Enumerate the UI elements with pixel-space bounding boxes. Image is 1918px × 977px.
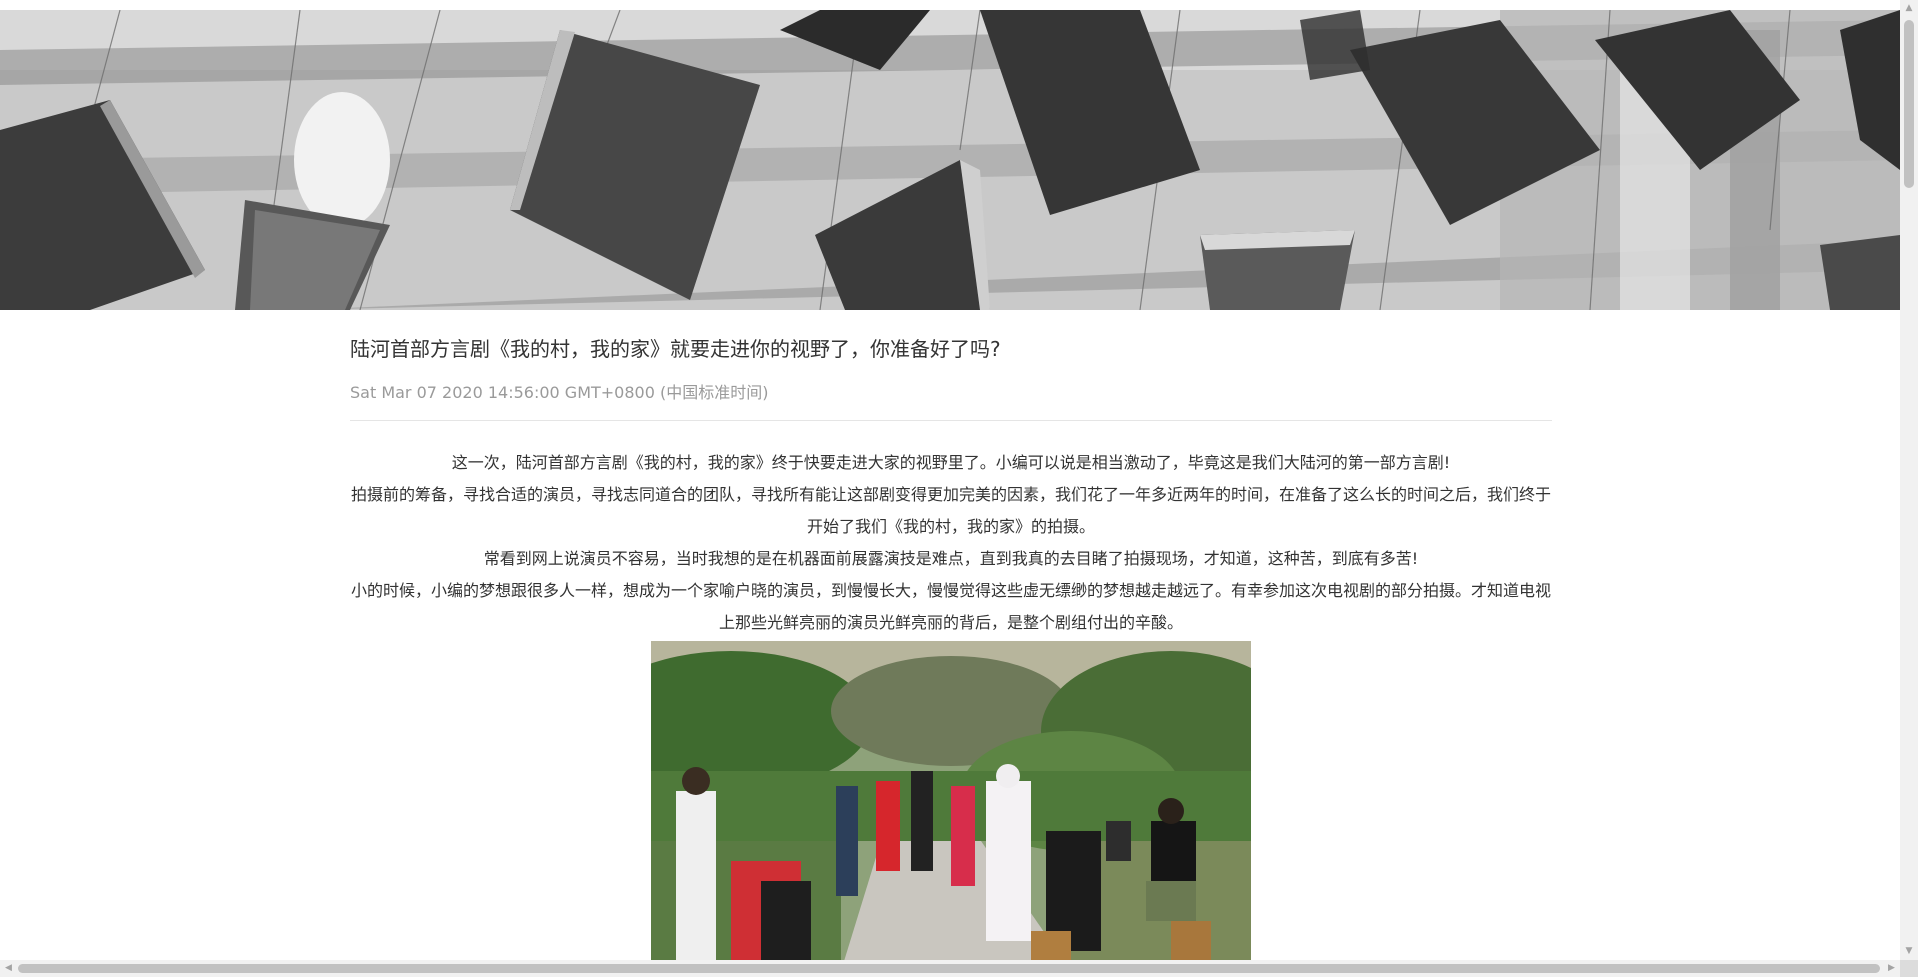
article-paragraph: 常看到网上说演员不容易，当时我想的是在机器面前展露演技是难点，直到我真的去目睹了… xyxy=(483,549,1419,568)
scrollbar-corner xyxy=(1900,960,1918,977)
vertical-scrollbar-thumb[interactable] xyxy=(1904,20,1914,188)
article-body: 这一次，陆河首部方言剧《我的村，我的家》终于快要走进大家的视野里了。小编可以说是… xyxy=(350,447,1552,971)
scroll-up-icon[interactable]: ▲ xyxy=(1900,0,1918,17)
top-gap xyxy=(0,0,1900,10)
scroll-right-icon[interactable]: ▶ xyxy=(1883,960,1900,977)
article-paragraph: 小的时候，小编的梦想跟很多人一样，想成为一个家喻户晓的演员，到慢慢长大，慢慢觉得… xyxy=(350,581,1551,632)
article-date: Sat Mar 07 2020 14:56:00 GMT+0800 (中国标准时… xyxy=(350,383,769,402)
article-title: 陆河首部方言剧《我的村，我的家》就要走进你的视野了，你准备好了吗? xyxy=(350,337,1001,361)
vertical-scrollbar[interactable]: ▲ ▼ xyxy=(1900,0,1918,960)
horizontal-scrollbar-thumb[interactable] xyxy=(18,964,1880,973)
article-paragraph: 这一次，陆河首部方言剧《我的村，我的家》终于快要走进大家的视野里了。小编可以说是… xyxy=(451,453,1451,472)
header-banner-image xyxy=(0,10,1900,310)
scroll-down-icon[interactable]: ▼ xyxy=(1900,943,1918,960)
filming-scene-photo xyxy=(651,641,1251,971)
scroll-left-icon[interactable]: ◀ xyxy=(0,960,17,977)
title-divider xyxy=(350,420,1552,421)
horizontal-scrollbar[interactable]: ◀ ▶ xyxy=(0,960,1918,977)
article-paragraph: 拍摄前的筹备，寻找合适的演员，寻找志同道合的团队，寻找所有能让这部剧变得更加完美… xyxy=(350,485,1551,536)
article: 陆河首部方言剧《我的村，我的家》就要走进你的视野了，你准备好了吗? Sat Ma… xyxy=(350,310,1552,971)
